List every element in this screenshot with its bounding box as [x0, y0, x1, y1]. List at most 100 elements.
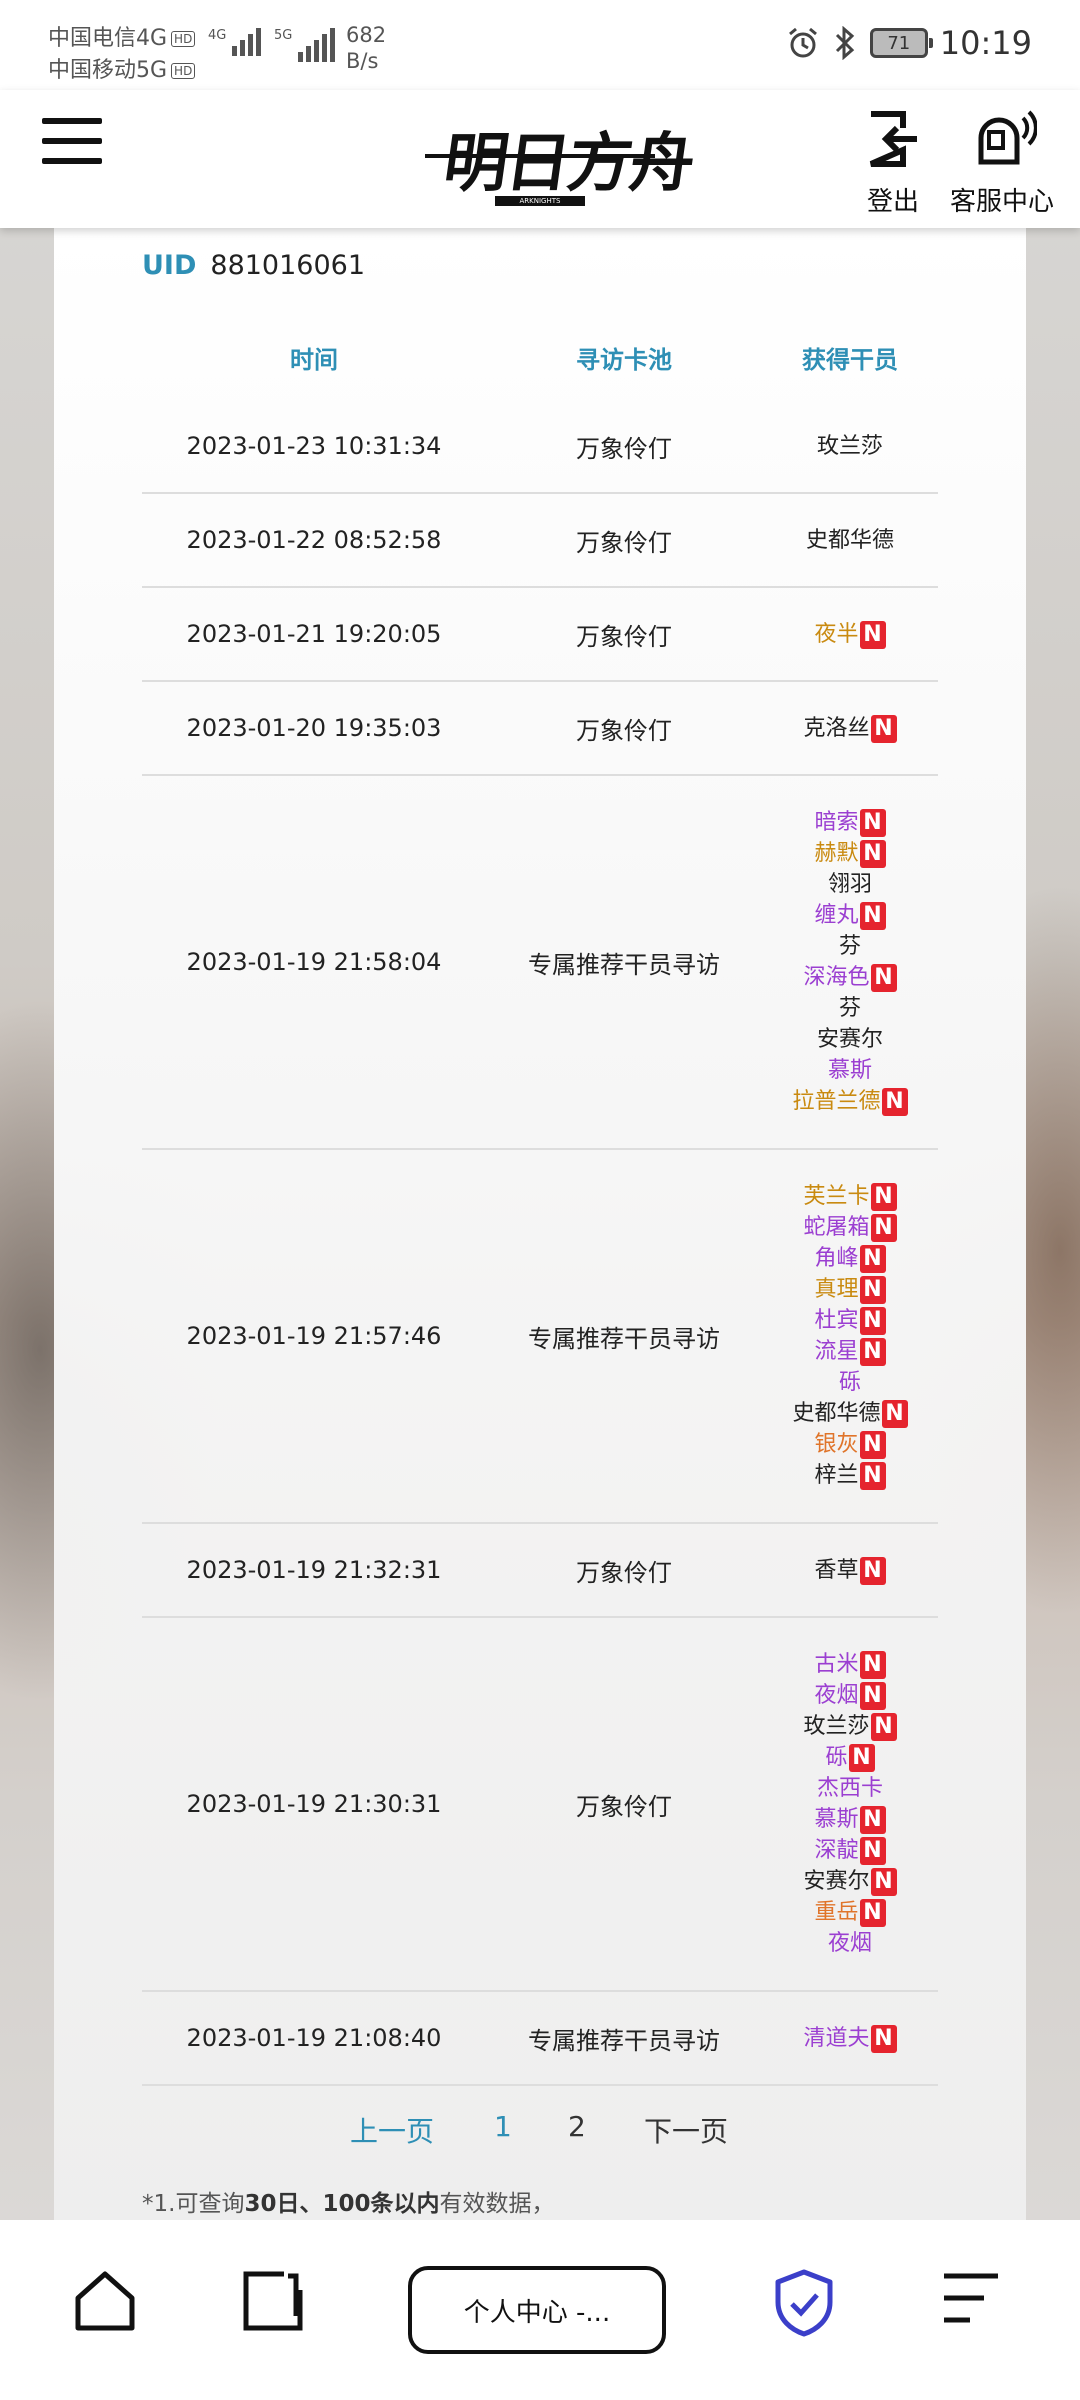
- row-time: 2023-01-20 19:35:03: [186, 714, 442, 742]
- table-row: 2023-01-23 10:31:34 万象伶仃 玫兰莎: [142, 400, 938, 494]
- row-time: 2023-01-21 19:20:05: [186, 620, 442, 648]
- current-tab-button[interactable]: 个人中心 -...: [408, 2266, 666, 2354]
- home-icon[interactable]: [72, 2268, 138, 2334]
- new-badge: N: [859, 1682, 886, 1710]
- page-2-link[interactable]: 2: [568, 2110, 586, 2143]
- arknights-logo[interactable]: 明日方舟 ARKNIGHTS: [425, 102, 697, 217]
- new-badge: N: [859, 1651, 886, 1679]
- operator-entry: 慕斯 N: [814, 1804, 886, 1835]
- operator-entry: 梓兰 N: [814, 1460, 886, 1491]
- hd-badge: HD: [171, 31, 196, 47]
- operator-name: 夜半: [814, 621, 859, 647]
- operator-name: 夜烟: [814, 1683, 859, 1708]
- operator-name: 芙兰卡: [803, 1184, 870, 1209]
- signal-4g-icon: 4G: [208, 28, 262, 56]
- row-operators: 古米 N 夜烟 N 玫兰莎 N 砾 N 杰西卡 慕斯 N 深靛 N 安赛尔 N 重岳 N 夜烟: [762, 1618, 938, 1990]
- row-pool: 专属推荐干员寻访: [528, 950, 720, 979]
- row-pool: 万象伶仃: [576, 528, 672, 557]
- new-badge: N: [859, 809, 886, 837]
- query-note: *1.可查询30日、100条以内有效数据，: [142, 2191, 555, 2217]
- operator-entry: 蛇屠箱 N: [803, 1212, 897, 1243]
- operator-entry: 杰西卡: [817, 1773, 883, 1804]
- page-1-link[interactable]: 1: [494, 2110, 512, 2143]
- table-row: 2023-01-19 21:57:46 专属推荐干员寻访 芙兰卡 N 蛇屠箱 N 角峰 N 真理…: [142, 1150, 938, 1524]
- uid-value: 881016061: [210, 250, 365, 281]
- operator-name: 杰西卡: [816, 1776, 883, 1801]
- operator-entry: 香草 N: [814, 1555, 886, 1586]
- row-pool: 万象伶仃: [576, 716, 672, 745]
- row-pool: 万象伶仃: [576, 622, 672, 651]
- operator-entry: 玫兰莎: [817, 431, 883, 462]
- new-badge: N: [848, 1744, 875, 1772]
- row-time: 2023-01-23 10:31:34: [186, 432, 442, 460]
- operator-name: 清道夫: [803, 2025, 870, 2051]
- operator-name: 克洛丝: [803, 715, 870, 741]
- new-badge: N: [859, 1245, 886, 1273]
- tabs-count-icon[interactable]: [240, 2268, 306, 2334]
- operator-entry: 芬: [839, 993, 861, 1024]
- logout-button[interactable]: 登出: [862, 108, 924, 218]
- hd-badge: HD: [171, 63, 196, 79]
- table-row: 2023-01-22 08:52:58 万象伶仃 史都华德: [142, 494, 938, 588]
- carrier-2: 中国移动5G HD: [48, 52, 196, 84]
- menu-lines-icon[interactable]: [940, 2268, 1002, 2330]
- operator-entry: 深靛 N: [814, 1835, 886, 1866]
- operator-name: 芬: [838, 934, 861, 959]
- uid-label: UID: [142, 250, 197, 281]
- next-page-link[interactable]: 下一页: [644, 2110, 728, 2150]
- operator-entry: 砾: [839, 1367, 861, 1398]
- uid-display: UID 881016061: [142, 250, 365, 281]
- header-operators: 获得干员: [802, 346, 898, 374]
- operator-entry: 夜烟: [828, 1928, 872, 1959]
- operator-name: 慕斯: [827, 1058, 872, 1083]
- new-badge: N: [870, 2024, 897, 2053]
- shield-check-icon[interactable]: [772, 2268, 836, 2338]
- operator-entry: 翎羽: [828, 869, 872, 900]
- operator-entry: 安赛尔: [817, 1024, 883, 1055]
- row-time: 2023-01-19 21:57:46: [186, 1322, 442, 1350]
- operator-name: 玫兰莎: [816, 433, 883, 459]
- alarm-icon: [788, 27, 817, 58]
- operator-name: 真理: [814, 1277, 859, 1302]
- row-operators: 香草 N: [762, 1524, 938, 1616]
- customer-service-button[interactable]: 客服中心: [944, 108, 1060, 218]
- row-operators: 芙兰卡 N 蛇屠箱 N 角峰 N 真理 N 杜宾 N 流星 N 砾史都华德 N 银灰 N 梓兰 N: [762, 1150, 938, 1522]
- table-row: 2023-01-20 19:35:03 万象伶仃 克洛丝 N: [142, 682, 938, 776]
- row-pool: 万象伶仃: [576, 1558, 672, 1587]
- operator-entry: 重岳 N: [814, 1897, 886, 1928]
- operator-entry: 夜烟 N: [814, 1680, 886, 1711]
- menu-icon[interactable]: [42, 118, 102, 164]
- prev-page-link[interactable]: 上一页: [350, 2110, 434, 2150]
- row-operators: 暗索 N 赫默 N 翎羽 缠丸 N 芬深海色 N 芬安赛尔 慕斯 拉普兰德 N: [762, 776, 938, 1148]
- operator-entry: 克洛丝 N: [803, 713, 897, 744]
- new-badge: N: [859, 1276, 886, 1304]
- status-bar: 中国电信4G HD 中国移动5G HD 4G 5G 682 B/s 71 10:19: [0, 0, 1080, 90]
- new-badge: N: [859, 1307, 886, 1335]
- new-badge: N: [859, 1556, 886, 1585]
- operator-entry: 砾N: [825, 1742, 875, 1773]
- operator-name: 史都华德: [805, 527, 894, 553]
- operator-name: 芬: [838, 996, 861, 1021]
- new-badge: N: [859, 1899, 886, 1927]
- operator-entry: 史都华德 N: [792, 1398, 908, 1429]
- operator-name: 古米: [814, 1652, 859, 1677]
- headset-icon: [978, 110, 1038, 165]
- row-time: 2023-01-19 21:08:40: [186, 2024, 442, 2052]
- table-row: 2023-01-19 21:32:31 万象伶仃 香草 N: [142, 1524, 938, 1618]
- operator-entry: 赫默 N: [814, 838, 886, 869]
- row-operators: 夜半 N: [762, 588, 938, 680]
- row-time: 2023-01-19 21:32:31: [186, 1556, 442, 1584]
- operator-name: 拉普兰德: [792, 1089, 881, 1114]
- operator-name: 安赛尔: [803, 1869, 870, 1894]
- row-time: 2023-01-22 08:52:58: [186, 526, 442, 554]
- operator-entry: 夜半 N: [814, 619, 886, 650]
- operator-entry: 安赛尔 N: [803, 1866, 897, 1897]
- operator-name: 梓兰: [814, 1463, 859, 1488]
- operator-name: 砾: [825, 1745, 848, 1770]
- new-badge: N: [859, 1462, 886, 1490]
- logout-icon: [869, 111, 917, 167]
- operator-name: 安赛尔: [816, 1027, 883, 1052]
- row-operators: 克洛丝 N: [762, 682, 938, 774]
- new-badge: N: [859, 620, 886, 649]
- row-time: 2023-01-19 21:58:04: [186, 948, 442, 976]
